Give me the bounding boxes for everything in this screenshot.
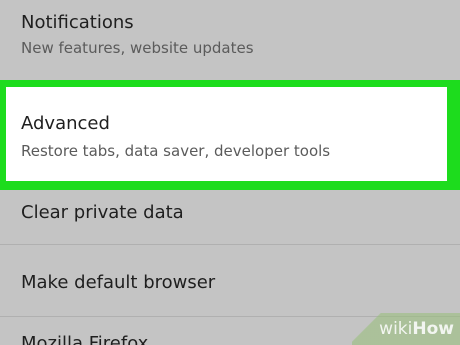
settings-item-subtitle: New features, website updates <box>21 39 254 57</box>
settings-item-title: Advanced <box>21 113 110 134</box>
watermark-text-how: How <box>412 319 454 339</box>
settings-item-title: Clear private data <box>21 202 184 223</box>
wikihow-watermark: wiki How <box>379 317 454 341</box>
settings-item-notifications[interactable]: Notifications New features, website upda… <box>0 0 460 78</box>
settings-item-title: Notifications <box>21 12 134 33</box>
watermark-text-wiki: wiki <box>379 319 413 339</box>
settings-item-advanced[interactable]: Advanced Restore tabs, data saver, devel… <box>6 87 447 181</box>
settings-item-make-default-browser[interactable]: Make default browser <box>0 246 460 316</box>
settings-item-subtitle: Restore tabs, data saver, developer tool… <box>21 142 331 160</box>
settings-item-advanced-highlight: Advanced Restore tabs, data saver, devel… <box>0 80 460 190</box>
divider <box>0 244 460 245</box>
settings-item-clear-private-data[interactable]: Clear private data <box>0 192 460 242</box>
settings-item-title: Mozilla Firefox <box>21 333 149 345</box>
settings-item-title: Make default browser <box>21 272 216 293</box>
settings-screen: Notifications New features, website upda… <box>0 0 460 345</box>
